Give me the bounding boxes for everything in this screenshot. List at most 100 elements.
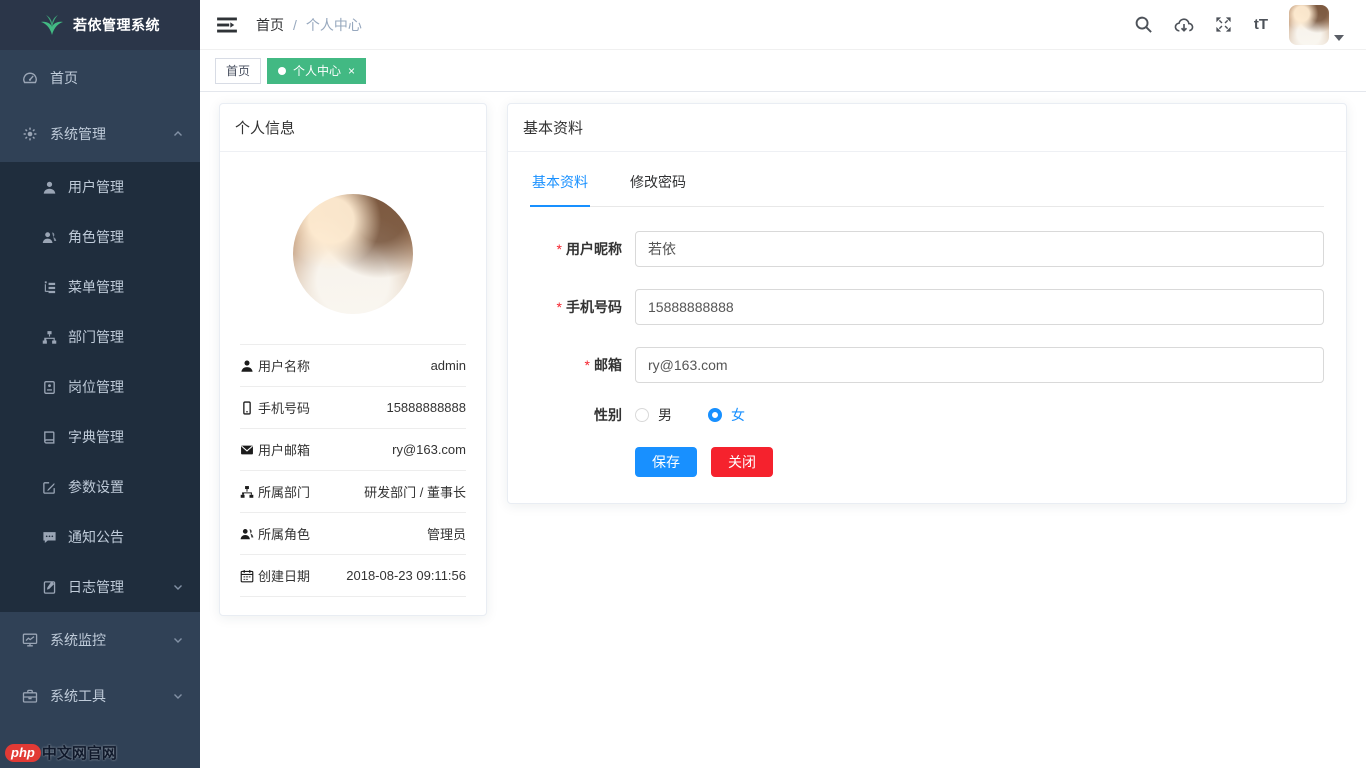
save-button[interactable]: 保存 [635,447,697,477]
sidebar-item-label: 字典管理 [68,427,124,447]
breadcrumb-home[interactable]: 首页 [256,15,284,35]
sidebar-item-home[interactable]: 首页 [0,50,200,106]
sidebar-toggle-icon[interactable] [216,14,238,36]
comment-icon [42,530,57,545]
list-item: 手机号码 15888888888 [240,387,466,429]
cloud-download-icon[interactable] [1174,15,1193,34]
sidebar-item-label: 用户管理 [68,177,124,197]
users-icon [42,230,57,245]
users-icon [240,527,254,541]
tab-label: 首页 [226,62,250,79]
watermark: php 中文网官网 [5,742,117,763]
sidebar-item-label: 首页 [50,68,78,88]
detail-value: 15888888888 [386,400,466,415]
sidebar-item-role-manage[interactable]: 角色管理 [0,212,200,262]
nickname-label: *用户昵称 [530,239,622,259]
sidebar-item-label: 通知公告 [68,527,124,547]
profile-card: 个人信息 用户名称 admin 手机号码 15888888888 [219,103,487,616]
profile-avatar[interactable] [293,194,413,314]
sidebar-item-log-manage[interactable]: 日志管理 [0,562,200,612]
sidebar-item-label: 系统工具 [50,686,106,706]
phone-field[interactable] [635,289,1324,325]
sidebar-item-label: 系统监控 [50,630,106,650]
sidebar-item-label: 菜单管理 [68,277,124,297]
chevron-down-icon [172,634,184,646]
sitemap-icon [42,330,57,345]
navbar-actions: tT [1134,5,1344,45]
fullscreen-icon[interactable] [1214,15,1233,34]
sidebar-item-label: 日志管理 [68,577,124,597]
sidebar-item-dict-manage[interactable]: 字典管理 [0,412,200,462]
radio-icon [635,408,649,422]
sidebar-item-user-manage[interactable]: 用户管理 [0,162,200,212]
radio-label: 男 [658,405,672,425]
caret-down-icon [1334,35,1344,41]
sidebar-item-system-tools[interactable]: 系统工具 [0,668,200,724]
form-row-email: *邮箱 [530,347,1324,383]
close-button[interactable]: 关闭 [711,447,773,477]
sidebar-item-menu-manage[interactable]: 菜单管理 [0,262,200,312]
leaf-icon [40,14,64,36]
watermark-text: 中文网官网 [42,742,117,763]
chevron-down-icon [172,690,184,702]
sidebar-item-post-manage[interactable]: 岗位管理 [0,362,200,412]
tags-view-bar: 首页 个人中心 × [200,50,1366,92]
email-field[interactable] [635,347,1324,383]
tab-change-password[interactable]: 修改密码 [628,172,688,206]
nickname-field[interactable] [635,231,1324,267]
app-title: 若依管理系统 [73,15,160,35]
calendar-icon [240,569,254,583]
form-card-body: 基本资料 修改密码 *用户昵称 *手机号码 [508,152,1346,503]
active-tab-dot [278,67,286,75]
sitemap-icon [240,485,254,499]
sidebar-item-label: 参数设置 [68,477,124,497]
toolbox-icon [22,688,38,704]
profile-form: *用户昵称 *手机号码 *邮箱 [530,231,1324,477]
monitor-icon [22,632,38,648]
chevron-down-icon [172,581,184,593]
sidebar-item-system-monitor[interactable]: 系统监控 [0,612,200,668]
top-navbar: 首页 / 个人中心 tT [200,0,1366,50]
sidebar-menu: 首页 系统管理 用户管理 [0,50,200,724]
breadcrumb-current: 个人中心 [306,15,362,35]
log-icon [42,580,57,595]
search-icon[interactable] [1134,15,1153,34]
sidebar-item-label: 部门管理 [68,327,124,347]
profile-detail-list: 用户名称 admin 手机号码 15888888888 用户邮箱 ry@163. [240,344,466,597]
detail-label: 所属部门 [258,482,310,501]
detail-label: 手机号码 [258,398,310,417]
gender-radio-female[interactable]: 女 [708,405,745,425]
list-item: 用户邮箱 ry@163.com [240,429,466,471]
sidebar-item-label: 岗位管理 [68,377,124,397]
form-actions: 保存 关闭 [635,447,1324,477]
sidebar-item-dept-manage[interactable]: 部门管理 [0,312,200,362]
form-tabs: 基本资料 修改密码 [530,172,1324,207]
font-size-icon[interactable]: tT [1254,15,1268,34]
basic-info-card: 基本资料 基本资料 修改密码 *用户昵称 *手机号码 [507,103,1347,504]
breadcrumb: 首页 / 个人中心 [256,15,362,35]
sidebar-submenu-system: 用户管理 角色管理 菜单管理 [0,162,200,612]
close-icon[interactable]: × [348,64,355,78]
user-avatar[interactable] [1289,5,1329,45]
detail-label: 用户邮箱 [258,440,310,459]
menu-tree-icon [42,280,57,295]
tab-profile[interactable]: 个人中心 × [267,58,366,84]
sidebar-item-system-manage[interactable]: 系统管理 [0,106,200,162]
profile-card-title: 个人信息 [220,104,486,152]
mobile-icon [240,401,254,415]
required-asterisk: * [557,299,562,315]
form-row-phone: *手机号码 [530,289,1324,325]
edit-icon [42,480,57,495]
chevron-up-icon [172,128,184,140]
tab-home[interactable]: 首页 [215,58,261,84]
gender-radio-male[interactable]: 男 [635,405,672,425]
sidebar-item-notice[interactable]: 通知公告 [0,512,200,562]
email-label: *邮箱 [530,355,622,375]
tab-basic-info[interactable]: 基本资料 [530,172,590,207]
user-menu[interactable] [1289,5,1344,45]
list-item: 用户名称 admin [240,345,466,387]
sidebar-item-param-settings[interactable]: 参数设置 [0,462,200,512]
gear-icon [22,126,38,142]
detail-value: ry@163.com [392,442,466,457]
app-logo[interactable]: 若依管理系统 [0,0,200,50]
